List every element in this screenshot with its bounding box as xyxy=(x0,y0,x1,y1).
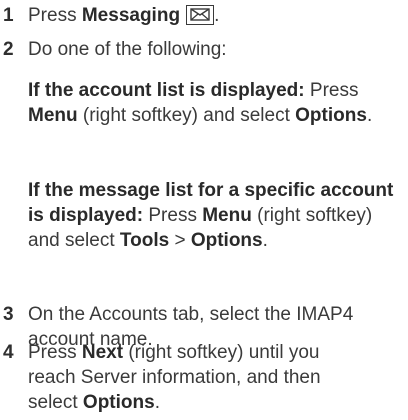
options-label: Options xyxy=(295,105,367,126)
step-text: Press Next (right softkey) until you rea… xyxy=(28,340,368,415)
menu-label: Menu xyxy=(202,205,252,226)
step-number: 1 xyxy=(3,5,14,26)
case-text: > xyxy=(169,230,191,251)
options-label: Options xyxy=(82,392,155,413)
options-label: Options xyxy=(190,230,263,251)
case-account-list: If the account list is displayed: Press … xyxy=(28,78,408,128)
menu-label: Menu xyxy=(28,105,78,126)
step-text-prefix: Press xyxy=(28,5,82,26)
step-text: Do one of the following: xyxy=(28,39,227,60)
case-condition: If the account list is displayed: xyxy=(28,80,305,101)
step-2: 2 Do one of the following: xyxy=(0,37,408,63)
step-number: 2 xyxy=(3,39,14,60)
case-text: Press xyxy=(304,80,359,101)
step-4: 4 Press Next (right softkey) until you r… xyxy=(0,340,408,420)
step-number: 3 xyxy=(3,304,14,325)
step-text: Press Messaging. xyxy=(28,5,220,26)
step-number: 4 xyxy=(3,342,14,363)
envelope-icon xyxy=(186,5,215,25)
instructions-document: 1 Press Messaging. 2 Do one of the follo… xyxy=(0,0,408,420)
case-text: . xyxy=(366,105,373,126)
step-1: 1 Press Messaging. xyxy=(0,3,408,29)
case-text: . xyxy=(262,230,268,251)
case-message-list: If the message list for a specific accou… xyxy=(28,178,398,253)
tools-label: Tools xyxy=(119,230,170,251)
step-text-prefix: Press xyxy=(28,342,82,363)
messaging-label: Messaging xyxy=(81,5,181,26)
case-text: Press xyxy=(143,205,203,226)
next-label: Next xyxy=(81,342,124,363)
step-text-suffix: . xyxy=(154,392,160,413)
case-text: (right softkey) and select xyxy=(77,105,296,126)
